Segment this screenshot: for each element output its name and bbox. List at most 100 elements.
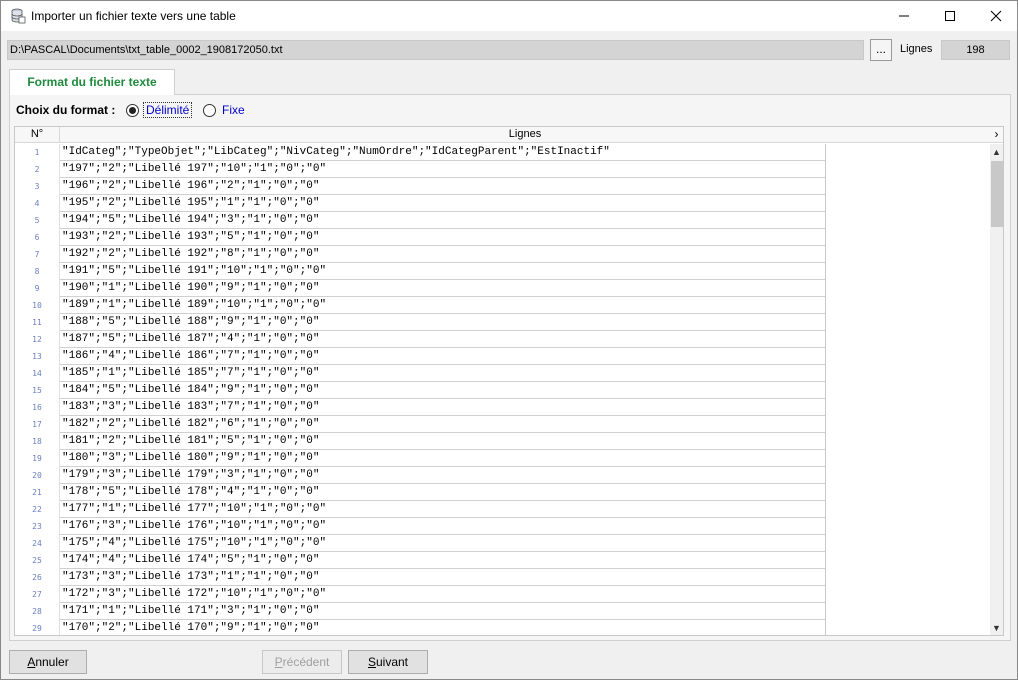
row-number: 6 [15, 229, 60, 246]
row-number: 15 [15, 382, 60, 399]
title-bar: Importer un fichier texte vers une table [1, 1, 1017, 31]
vertical-scrollbar[interactable]: ▲ ▼ [990, 144, 1003, 635]
table-row[interactable]: 17 "182";"2";"Libellé 182";"6";"1";"0";"0… [15, 416, 990, 433]
row-number: 10 [15, 297, 60, 314]
row-number: 9 [15, 280, 60, 297]
next-button[interactable]: Suivant [348, 650, 428, 674]
row-text: "196";"2";"Libellé 196";"2";"1";"0";"0" [60, 178, 826, 195]
table-row[interactable]: 9 "190";"1";"Libellé 190";"9";"1";"0";"0" [15, 280, 990, 297]
row-text: "178";"5";"Libellé 178";"4";"1";"0";"0" [60, 484, 826, 501]
row-text: "194";"5";"Libellé 194";"3";"1";"0";"0" [60, 212, 826, 229]
row-number: 12 [15, 331, 60, 348]
window-title: Importer un fichier texte vers une table [31, 9, 236, 23]
scroll-up-icon[interactable]: ▲ [990, 144, 1003, 160]
minimize-button[interactable] [881, 1, 927, 31]
chevron-right-icon[interactable]: › [990, 127, 1003, 143]
scroll-down-icon[interactable]: ▼ [990, 620, 1003, 635]
scrollbar-thumb[interactable] [991, 161, 1003, 227]
table-row[interactable]: 22 "177";"1";"Libellé 177";"10";"1";"0";"… [15, 501, 990, 518]
table-row[interactable]: 6 "193";"2";"Libellé 193";"5";"1";"0";"0" [15, 229, 990, 246]
table-row[interactable]: 15 "184";"5";"Libellé 184";"9";"1";"0";"0… [15, 382, 990, 399]
row-text: "187";"5";"Libellé 187";"4";"1";"0";"0" [60, 331, 826, 348]
row-number: 4 [15, 195, 60, 212]
close-button[interactable] [973, 1, 1018, 31]
row-text: "180";"3";"Libellé 180";"9";"1";"0";"0" [60, 450, 826, 467]
table-row[interactable]: 12 "187";"5";"Libellé 187";"4";"1";"0";"0… [15, 331, 990, 348]
cancel-button[interactable]: Annuler [9, 650, 87, 674]
row-number: 14 [15, 365, 60, 382]
radio-delimited-label[interactable]: Délimité [143, 102, 193, 118]
row-number: 26 [15, 569, 60, 586]
row-text: "177";"1";"Libellé 177";"10";"1";"0";"0" [60, 501, 826, 518]
row-text: "189";"1";"Libellé 189";"10";"1";"0";"0" [60, 297, 826, 314]
row-number: 18 [15, 433, 60, 450]
radio-fixed[interactable] [203, 104, 216, 117]
table-row[interactable]: 2 "197";"2";"Libellé 197";"10";"1";"0";"0… [15, 161, 990, 178]
minimize-icon [899, 15, 909, 17]
row-text: "176";"3";"Libellé 176";"10";"1";"0";"0" [60, 518, 826, 535]
row-number: 7 [15, 246, 60, 263]
table-row[interactable]: 4 "195";"2";"Libellé 195";"1";"1";"0";"0" [15, 195, 990, 212]
table-row[interactable]: 10 "189";"1";"Libellé 189";"10";"1";"0";"… [15, 297, 990, 314]
row-number: 22 [15, 501, 60, 518]
row-number: 2 [15, 161, 60, 178]
table-row[interactable]: 20 "179";"3";"Libellé 179";"3";"1";"0";"0… [15, 467, 990, 484]
row-number: 16 [15, 399, 60, 416]
table-row[interactable]: 7 "192";"2";"Libellé 192";"8";"1";"0";"0" [15, 246, 990, 263]
row-number: 29 [15, 620, 60, 635]
row-text: "175";"4";"Libellé 175";"10";"1";"0";"0" [60, 535, 826, 552]
maximize-icon [945, 11, 955, 21]
table-row[interactable]: 5 "194";"5";"Libellé 194";"3";"1";"0";"0" [15, 212, 990, 229]
table-row[interactable]: 28 "171";"1";"Libellé 171";"3";"1";"0";"0… [15, 603, 990, 620]
table-row[interactable]: 26 "173";"3";"Libellé 173";"1";"1";"0";"0… [15, 569, 990, 586]
row-number: 25 [15, 552, 60, 569]
row-text: "182";"2";"Libellé 182";"6";"1";"0";"0" [60, 416, 826, 433]
table-row[interactable]: 14 "185";"1";"Libellé 185";"7";"1";"0";"0… [15, 365, 990, 382]
row-number: 19 [15, 450, 60, 467]
previous-button[interactable]: Précédent [262, 650, 342, 674]
table-row[interactable]: 25 "174";"4";"Libellé 174";"5";"1";"0";"0… [15, 552, 990, 569]
row-text: "193";"2";"Libellé 193";"5";"1";"0";"0" [60, 229, 826, 246]
row-text: "179";"3";"Libellé 179";"3";"1";"0";"0" [60, 467, 826, 484]
column-header-number[interactable]: N° [15, 127, 60, 143]
radio-fixed-label[interactable]: Fixe [222, 103, 245, 117]
table-row[interactable]: 13 "186";"4";"Libellé 186";"7";"1";"0";"0… [15, 348, 990, 365]
table-row[interactable]: 29 "170";"2";"Libellé 170";"9";"1";"0";"0… [15, 620, 990, 635]
lines-label: Lignes [900, 43, 933, 55]
row-text: "170";"2";"Libellé 170";"9";"1";"0";"0" [60, 620, 826, 635]
table-row[interactable]: 1 "IdCateg";"TypeObjet";"LibCateg";"NivCa… [15, 144, 990, 161]
browse-button[interactable]: ... [870, 39, 892, 61]
row-number: 28 [15, 603, 60, 620]
table-row[interactable]: 11 "188";"5";"Libellé 188";"9";"1";"0";"0… [15, 314, 990, 331]
row-number: 27 [15, 586, 60, 603]
format-choice-label: Choix du format : [16, 103, 116, 117]
table-row[interactable]: 19 "180";"3";"Libellé 180";"9";"1";"0";"0… [15, 450, 990, 467]
row-text: "173";"3";"Libellé 173";"1";"1";"0";"0" [60, 569, 826, 586]
preview-grid[interactable]: N° Lignes › 1 "IdCateg";"TypeObjet";"LibC… [14, 126, 1004, 636]
maximize-button[interactable] [927, 1, 973, 31]
row-text: "192";"2";"Libellé 192";"8";"1";"0";"0" [60, 246, 826, 263]
radio-delimited[interactable] [126, 104, 139, 117]
tab-file-format[interactable]: Format du fichier texte [9, 69, 175, 95]
row-text: "186";"4";"Libellé 186";"7";"1";"0";"0" [60, 348, 826, 365]
row-text: "191";"5";"Libellé 191";"10";"1";"0";"0" [60, 263, 826, 280]
grid-header: N° Lignes › [15, 127, 1003, 143]
table-row[interactable]: 23 "176";"3";"Libellé 176";"10";"1";"0";"… [15, 518, 990, 535]
row-number: 24 [15, 535, 60, 552]
column-header-lines[interactable]: Lignes [60, 127, 990, 143]
row-number: 11 [15, 314, 60, 331]
file-path-field[interactable]: D:\PASCAL\Documents\txt_table_0002_19081… [7, 40, 864, 60]
table-row[interactable]: 18 "181";"2";"Libellé 181";"5";"1";"0";"0… [15, 433, 990, 450]
table-row[interactable]: 16 "183";"3";"Libellé 183";"7";"1";"0";"0… [15, 399, 990, 416]
database-icon [10, 8, 26, 24]
row-number: 21 [15, 484, 60, 501]
row-text: "183";"3";"Libellé 183";"7";"1";"0";"0" [60, 399, 826, 416]
table-row[interactable]: 27 "172";"3";"Libellé 172";"10";"1";"0";"… [15, 586, 990, 603]
table-row[interactable]: 24 "175";"4";"Libellé 175";"10";"1";"0";"… [15, 535, 990, 552]
table-row[interactable]: 21 "178";"5";"Libellé 178";"4";"1";"0";"0… [15, 484, 990, 501]
row-text: "190";"1";"Libellé 190";"9";"1";"0";"0" [60, 280, 826, 297]
table-row[interactable]: 8 "191";"5";"Libellé 191";"10";"1";"0";"0… [15, 263, 990, 280]
row-number: 3 [15, 178, 60, 195]
row-text: "171";"1";"Libellé 171";"3";"1";"0";"0" [60, 603, 826, 620]
table-row[interactable]: 3 "196";"2";"Libellé 196";"2";"1";"0";"0" [15, 178, 990, 195]
